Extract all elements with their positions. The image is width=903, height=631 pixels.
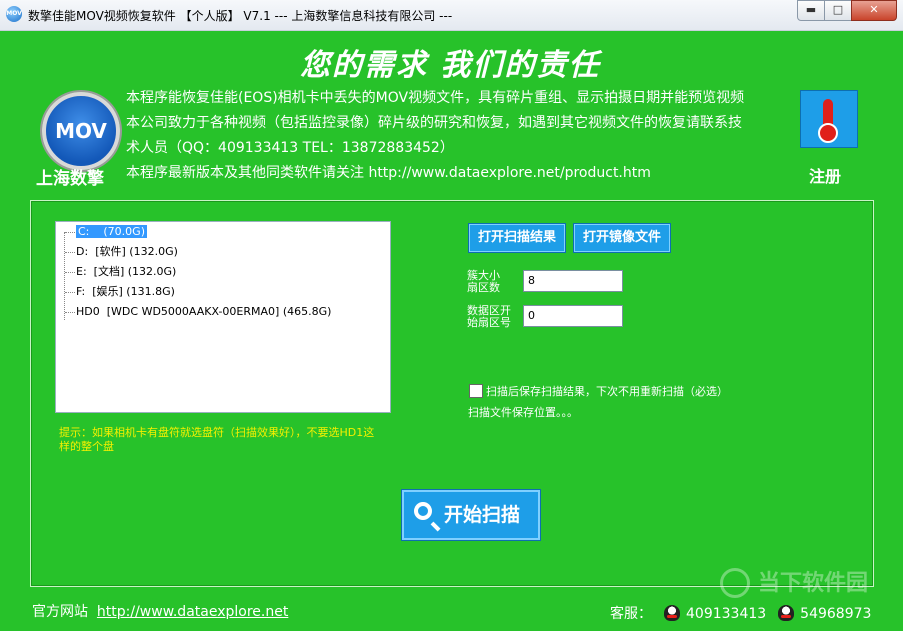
drive-letter: C: — [78, 225, 90, 238]
minimize-button[interactable]: ▬ — [797, 0, 825, 21]
drive-letter: HD0 — [76, 305, 100, 318]
data-start-sector-input[interactable] — [523, 305, 623, 327]
tree-connector — [65, 292, 75, 293]
cluster-size-input[interactable] — [523, 270, 623, 292]
save-scan-checkbox-label[interactable]: 扫描后保存扫描结果，下次不用重新扫描（必选） — [486, 383, 728, 399]
drive-item-hd0[interactable]: HD0 [WDC WD5000AAKX-00ERMA0] (465.8G) — [76, 303, 331, 321]
cluster-size-label: 簇大小扇区数 — [467, 269, 500, 294]
drive-size: (132.0G) — [127, 265, 177, 278]
desc-line[interactable]: 本程序最新版本及其他同类软件请关注 http://www.dataexplore… — [126, 161, 796, 186]
drive-item-e[interactable]: E: [文档] (132.0G) — [76, 263, 176, 281]
drive-label: [文档] — [93, 265, 125, 278]
app-icon: MOV — [6, 6, 22, 22]
site-url-link[interactable]: http://www.dataexplore.net — [97, 604, 288, 620]
watermark-text: 当下软件园 — [758, 571, 869, 596]
tree-connector — [65, 272, 75, 273]
tree-connector — [64, 232, 66, 320]
support-label: 客服： — [610, 606, 652, 622]
desc-line: 本程序能恢复佳能(EOS)相机卡中丢失的MOV视频文件，具有碎片重组、显示拍摄日… — [126, 90, 745, 106]
drive-label: [软件] — [95, 245, 126, 258]
tree-connector — [65, 232, 75, 233]
maximize-button[interactable]: □ — [824, 0, 852, 21]
thermometer-bulb — [818, 123, 838, 143]
company-name: 上海数擎 — [36, 169, 104, 189]
close-button[interactable]: ✕ — [851, 0, 897, 21]
window-title: 数擎佳能MOV视频恢复软件 【个人版】 V7.1 --- 上海数擎信息科技有限公… — [28, 9, 453, 23]
data-start-sector-label: 数据区开始扇区号 — [467, 304, 511, 329]
watermark-logo-icon — [720, 568, 750, 598]
start-scan-label: 开始扫描 — [444, 504, 521, 526]
start-scan-button[interactable]: 开始扫描 — [401, 489, 541, 541]
open-image-file-button[interactable]: 打开镜像文件 — [573, 223, 671, 253]
tree-connector — [65, 312, 75, 313]
app-window: MOV 数擎佳能MOV视频恢复软件 【个人版】 V7.1 --- 上海数擎信息科… — [0, 0, 903, 631]
tree-connector — [65, 252, 75, 253]
drive-size: (132.0G) — [129, 245, 178, 258]
drive-hint: 提示：如果相机卡有盘符就选盘符（扫描效果好），不要选HD1这样的整个盘 — [59, 426, 375, 453]
drive-item-c[interactable]: C: (70.0G) — [76, 223, 147, 241]
drive-letter: D: — [76, 245, 89, 258]
save-scan-checkbox[interactable] — [469, 384, 483, 398]
window-controls: ▬ □ ✕ — [797, 0, 897, 21]
official-site: 官方网站 http://www.dataexplore.net — [32, 601, 288, 621]
register-thermometer-icon[interactable] — [800, 90, 858, 148]
qq-number[interactable]: 409133413 — [686, 606, 766, 622]
drive-size: (465.8G) — [282, 305, 332, 318]
drive-letter: E: — [76, 265, 87, 278]
search-icon — [414, 502, 432, 520]
open-scan-result-button[interactable]: 打开扫描结果 — [468, 223, 566, 253]
drive-tree[interactable]: C: (70.0G) D: [软件] (132.0G) E: [文档] (132… — [55, 221, 391, 413]
description: 本程序能恢复佳能(EOS)相机卡中丢失的MOV视频文件，具有碎片重组、显示拍摄日… — [126, 86, 796, 186]
register-label[interactable]: 注册 — [809, 163, 841, 187]
save-location-link[interactable]: 扫描文件保存位置。。。 — [468, 404, 578, 420]
drive-size: (131.8G) — [126, 285, 175, 298]
qq-penguin-icon — [778, 605, 795, 621]
desc-line: 本公司致力于各种视频（包括监控录像）碎片级的研究和恢复，如遇到其它视频文件的恢复… — [126, 115, 742, 131]
title-bar[interactable]: MOV 数擎佳能MOV视频恢复软件 【个人版】 V7.1 --- 上海数擎信息科… — [0, 0, 903, 31]
customer-service: 客服： 409133413 54968973 — [610, 603, 871, 623]
drive-letter: F: — [76, 285, 86, 298]
drive-item-d[interactable]: D: [软件] (132.0G) — [76, 243, 178, 261]
qq-number[interactable]: 54968973 — [800, 606, 871, 622]
drive-label: [WDC WD5000AAKX-00ERMA0] — [106, 305, 280, 318]
watermark: 当下软件园 — [720, 565, 868, 598]
slogan: 您的需求 我们的责任 — [300, 48, 601, 83]
desc-line: 术人员（QQ：409133413 TEL：13872883452） — [126, 140, 454, 156]
qq-penguin-icon — [664, 605, 680, 621]
drive-item-f[interactable]: F: [娱乐] (131.8G) — [76, 283, 175, 301]
site-label: 官方网站 — [32, 604, 88, 620]
drive-label: [娱乐] — [92, 285, 123, 298]
drive-size: (70.0G) — [103, 225, 145, 238]
mov-logo-icon: MOV — [42, 92, 120, 170]
